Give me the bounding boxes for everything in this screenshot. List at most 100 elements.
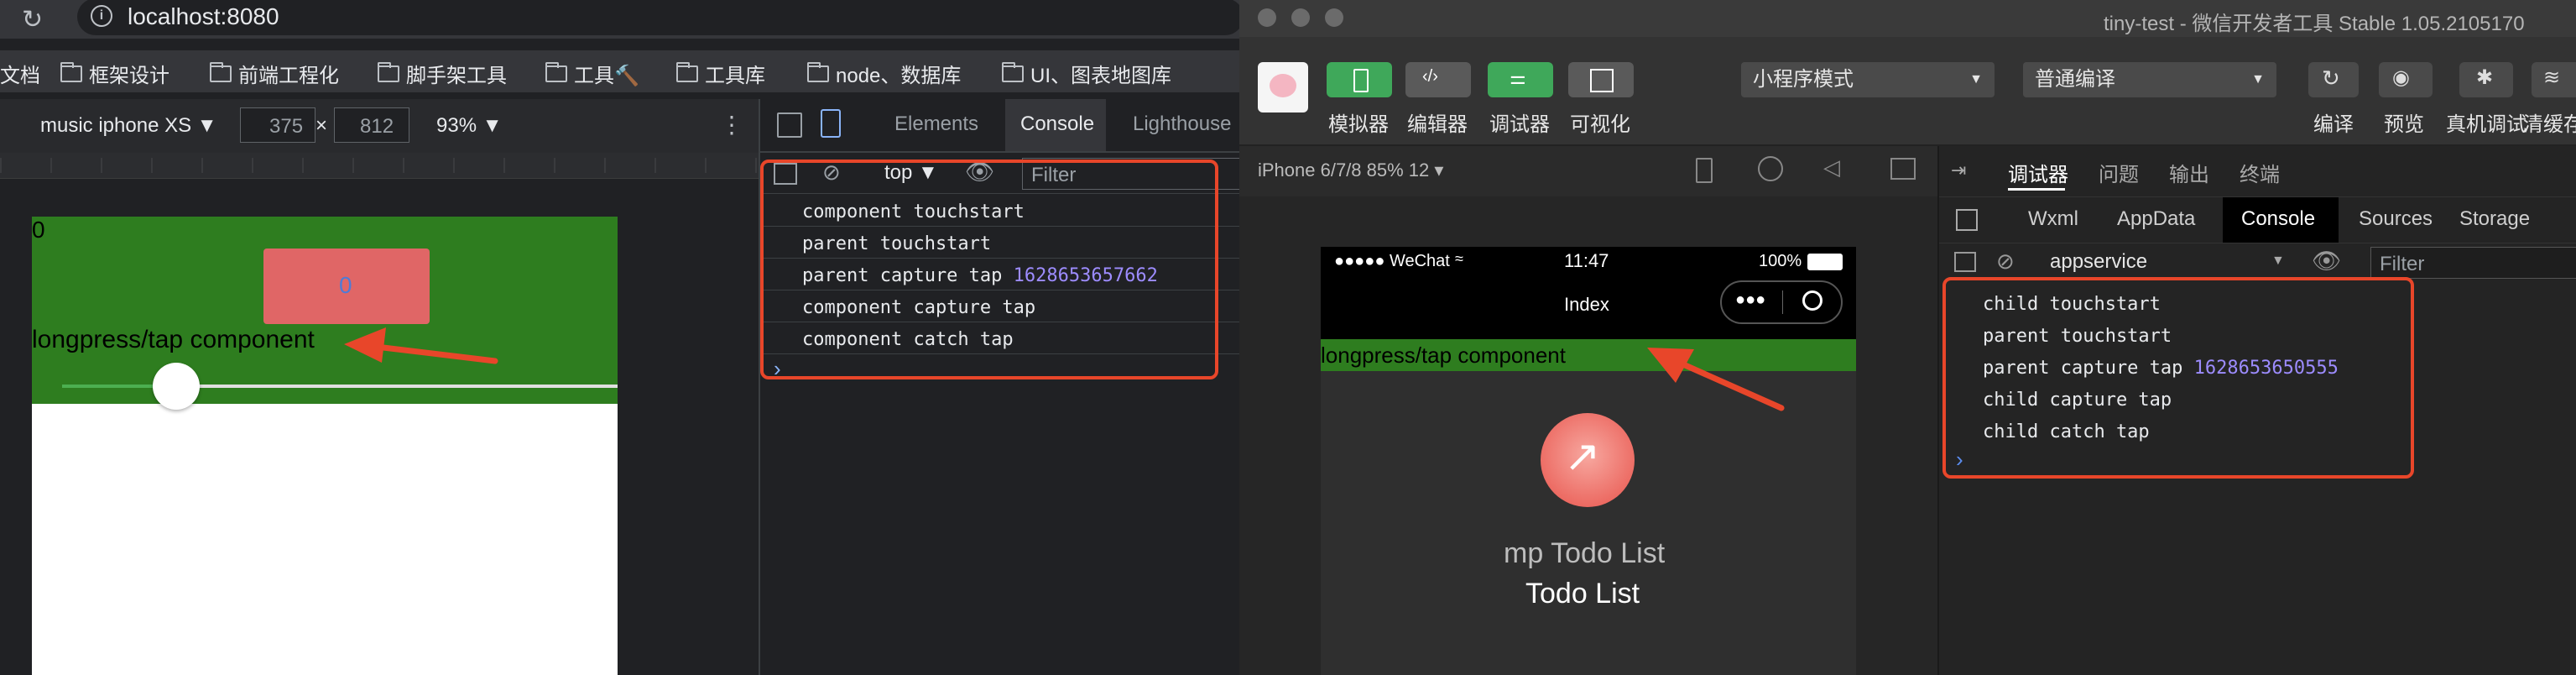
tab-storage[interactable]: Storage — [2459, 207, 2530, 231]
filter-input[interactable]: Filter — [2370, 247, 2576, 279]
more-icon[interactable]: ●●● — [1735, 290, 1765, 310]
inspect-icon[interactable] — [777, 112, 802, 138]
refresh-icon: ↻ — [2322, 65, 2340, 91]
inspect-icon[interactable] — [1956, 209, 1978, 231]
folder-icon — [545, 61, 567, 82]
volume-icon[interactable]: ◁ — [1823, 154, 1840, 181]
tab-wxml[interactable]: Wxml — [2028, 207, 2078, 231]
slider-thumb[interactable] — [153, 363, 200, 410]
sidebar-toggle-icon[interactable] — [1954, 252, 1976, 272]
tab-output[interactable]: 输出 — [2169, 158, 2209, 187]
app-title: mp Todo List — [1504, 537, 1666, 569]
url-text[interactable]: localhost:8080 — [128, 3, 279, 30]
chevron-down-icon: ▼ — [1969, 72, 1983, 86]
omnibox[interactable]: i localhost:8080 — [77, 0, 1239, 35]
capsule-menu[interactable]: ●●● — [1720, 280, 1843, 324]
clear-icon[interactable]: ⊘ — [1996, 249, 2015, 275]
folder-icon — [807, 61, 829, 82]
visual-button[interactable] — [1568, 62, 1634, 97]
record-icon[interactable] — [1758, 156, 1783, 181]
close-dot[interactable] — [1258, 8, 1276, 27]
avatar-face — [1270, 74, 1296, 97]
remote-debug-button[interactable]: ✱ — [2459, 62, 2513, 97]
folder-icon — [60, 61, 82, 82]
tab-underline — [2008, 188, 2065, 191]
phone-icon — [1353, 69, 1369, 92]
component-label: longpress/tap component — [32, 326, 315, 353]
bookmark-folder[interactable]: 工具🔨 — [545, 59, 639, 88]
target-icon[interactable] — [1802, 290, 1822, 311]
tab-elements[interactable]: Elements — [894, 112, 978, 136]
context-select[interactable]: appservice — [2050, 250, 2147, 274]
slider-track[interactable] — [62, 363, 618, 410]
toolbar-label: 编辑器 — [1407, 113, 1468, 136]
tab-appdata[interactable]: AppData — [2117, 207, 2195, 231]
folder-icon — [210, 61, 232, 82]
component-area[interactable]: 0 0 longpress/tap component — [32, 217, 618, 410]
preview-button[interactable]: ◉ — [2379, 62, 2433, 97]
chevron-down-icon: ▼ — [2251, 72, 2265, 86]
phone-rotate-icon[interactable] — [1696, 158, 1713, 183]
simulator-button[interactable] — [1327, 62, 1392, 97]
highlight-box — [760, 160, 1218, 379]
device-height-input[interactable]: 812 — [334, 107, 409, 143]
eye-icon[interactable]: 👁 — [2312, 247, 2342, 275]
layout-icon — [1590, 69, 1614, 92]
bookmarks-bar: 文档 框架设计 前端工程化 脚手架工具 工具🔨 工具库 node、数据库 UI、… — [0, 50, 1239, 92]
clear-cache-button[interactable]: ≋ — [2532, 62, 2576, 97]
media-query-ruler — [0, 153, 759, 179]
tab-problems[interactable]: 问题 — [2099, 158, 2139, 187]
debugger-button[interactable]: ⚌ — [1488, 62, 1553, 97]
minimize-dot[interactable] — [1291, 8, 1310, 27]
devtools-tabbar: Wxml AppData Console Sources Storage — [1939, 196, 2576, 243]
sim-device-select[interactable]: iPhone 6/7/8 85% 12 ▾ — [1258, 160, 1443, 181]
dock-icon[interactable]: ⇥ — [1951, 160, 1966, 181]
bookmark-folder[interactable]: 框架设计 — [60, 59, 169, 88]
phone-header: ●●●●● WeChat ≈ 11:47 100% Index ●●● — [1321, 247, 1856, 339]
page-viewport: 0 0 longpress/tap component — [32, 217, 618, 675]
bookmark-item[interactable]: 文档 — [0, 59, 40, 88]
status-time: 11:47 — [1564, 250, 1609, 271]
carrier-text: ●●●●● WeChat — [1334, 252, 1450, 270]
bookmark-folder[interactable]: 前端工程化 — [210, 59, 339, 88]
more-icon[interactable]: ⋮ — [720, 111, 743, 139]
tap-button[interactable]: 0 — [263, 249, 430, 324]
device-toggle-icon[interactable] — [821, 109, 841, 138]
info-icon[interactable]: i — [91, 5, 112, 27]
sliders-icon: ⚌ — [1510, 67, 1526, 88]
bookmark-folder[interactable]: UI、图表地图库 — [1002, 59, 1171, 88]
bookmark-folder[interactable]: 工具库 — [676, 59, 765, 88]
toolbar-label: 预览 — [2384, 113, 2424, 136]
compile-button[interactable]: ↻ — [2308, 62, 2359, 97]
code-icon: ‹/› — [1422, 67, 1438, 86]
compile-select[interactable]: 普通编译 ▼ — [2023, 62, 2276, 97]
annotation-arrow — [344, 327, 498, 364]
tab-sources[interactable]: Sources — [2359, 207, 2433, 231]
simulator-phone: ●●●●● WeChat ≈ 11:47 100% Index ●●● long… — [1321, 247, 1856, 675]
device-select[interactable]: music iphone XS ▼ — [40, 114, 217, 138]
main-toolbar: ‹/› ⚌ 模拟器 编辑器 调试器 可视化 小程序模式 ▼ 普通编译 ▼ ↻ ◉ ✱… — [1239, 37, 2576, 146]
layers-icon: ≋ — [2543, 66, 2561, 89]
counter-text: 0 — [32, 217, 45, 243]
console-toolbar: ⊘ appservice ▼ 👁 Filter — [1939, 242, 2576, 282]
toolbar-label: 清缓存 — [2523, 113, 2576, 136]
editor-button[interactable]: ‹/› — [1405, 62, 1471, 97]
tab-terminal[interactable]: 终端 — [2240, 158, 2280, 187]
divider — [1782, 290, 1783, 314]
avatar[interactable] — [1258, 62, 1308, 112]
device-width-input[interactable]: 375 — [240, 107, 315, 143]
tab-lighthouse[interactable]: Lighthouse — [1133, 112, 1231, 136]
reload-icon[interactable]: ↻ — [22, 5, 43, 34]
mode-select[interactable]: 小程序模式 ▼ — [1741, 62, 1995, 97]
maximize-dot[interactable] — [1325, 8, 1343, 27]
tab-console[interactable]: Console — [1020, 112, 1094, 136]
arrow-logo-icon: ↗ — [1564, 432, 1601, 481]
toolbar-label: 可视化 — [1570, 113, 1630, 136]
folder-icon — [1002, 61, 1024, 82]
window-icon[interactable] — [1890, 158, 1916, 180]
tab-debugger[interactable]: 调试器 — [2008, 158, 2068, 187]
bookmark-folder[interactable]: node、数据库 — [807, 59, 961, 88]
bookmark-folder[interactable]: 脚手架工具 — [378, 59, 507, 88]
tab-console[interactable]: Console — [2241, 207, 2315, 231]
zoom-select[interactable]: 93% ▼ — [436, 114, 502, 138]
